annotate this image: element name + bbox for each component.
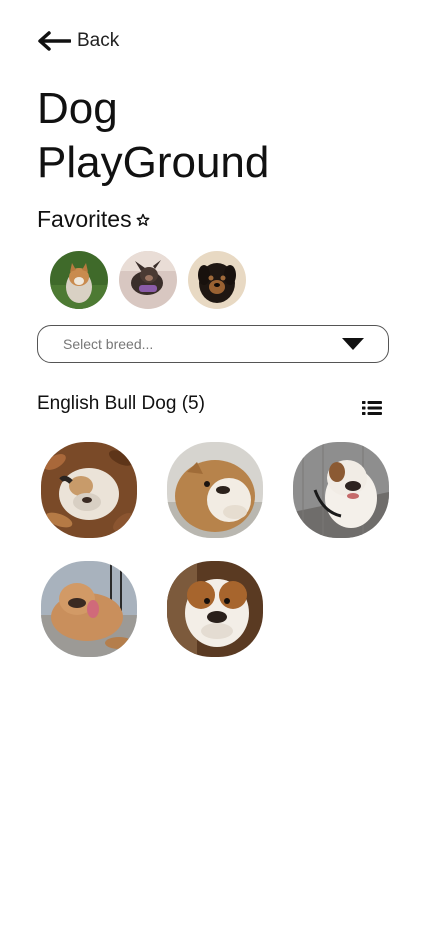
page-title: Dog PlayGround bbox=[37, 82, 269, 190]
dog-photo bbox=[119, 251, 177, 309]
favorite-dog-avatar-3[interactable] bbox=[188, 251, 246, 309]
favorites-heading-label: Favorites bbox=[37, 206, 132, 232]
favorites-list bbox=[50, 251, 246, 309]
arrow-left-icon bbox=[38, 31, 71, 51]
dog-image-5[interactable] bbox=[167, 561, 263, 657]
favorite-dog-avatar-2[interactable] bbox=[119, 251, 177, 309]
dog-photo bbox=[41, 442, 137, 538]
dog-photo bbox=[50, 251, 108, 309]
list-view-icon bbox=[362, 401, 382, 415]
dog-photo bbox=[167, 442, 263, 538]
back-button[interactable]: Back bbox=[37, 30, 119, 52]
dog-photo bbox=[293, 442, 389, 538]
favorites-heading: Favorites bbox=[37, 206, 150, 233]
breed-results-heading: English Bull Dog (5) bbox=[37, 393, 205, 414]
dog-photo bbox=[188, 251, 246, 309]
page-title-line-1: Dog bbox=[37, 84, 118, 133]
dog-image-3[interactable] bbox=[293, 442, 389, 538]
breed-select-placeholder: Select breed... bbox=[63, 336, 154, 352]
list-view-button[interactable] bbox=[362, 400, 382, 416]
dog-image-grid bbox=[41, 442, 391, 657]
dog-image-4[interactable] bbox=[41, 561, 137, 657]
star-outline-icon bbox=[136, 213, 150, 226]
favorite-dog-avatar-1[interactable] bbox=[50, 251, 108, 309]
back-label: Back bbox=[77, 30, 120, 51]
dog-image-1[interactable] bbox=[41, 442, 137, 538]
caret-down-icon bbox=[342, 338, 364, 350]
dog-photo bbox=[167, 561, 263, 657]
page-title-line-2: PlayGround bbox=[37, 138, 270, 187]
breed-select[interactable]: Select breed... bbox=[37, 325, 389, 363]
dog-photo bbox=[41, 561, 137, 657]
dog-image-2[interactable] bbox=[167, 442, 263, 538]
